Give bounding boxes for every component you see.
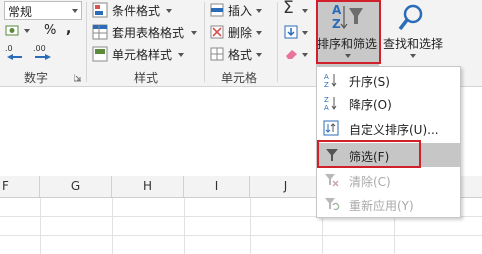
- table-format-icon: [92, 24, 108, 40]
- fill-down-icon: [284, 25, 298, 39]
- menu-item-sort-descending[interactable]: Z A 降序(O): [317, 92, 460, 115]
- dialog-launcher-icon[interactable]: [74, 74, 82, 82]
- svg-text:Z: Z: [324, 81, 329, 88]
- fill-button[interactable]: [282, 23, 312, 41]
- chevron-down-icon: [302, 53, 308, 57]
- svg-text:A: A: [324, 104, 329, 111]
- delete-button[interactable]: 删除: [210, 23, 272, 41]
- svg-text:Z: Z: [324, 96, 329, 104]
- column-header[interactable]: J: [250, 176, 322, 197]
- menu-item-clear[interactable]: 清除(C): [317, 169, 460, 192]
- chevron-down-icon: [256, 53, 262, 57]
- grid-column-line: [112, 198, 113, 254]
- menu-item-reapply[interactable]: 重新应用(Y): [317, 193, 460, 216]
- grid-column-line: [250, 198, 251, 254]
- group-label-cells: 单元格: [221, 71, 258, 85]
- cell-style-button[interactable]: 单元格样式: [92, 45, 192, 63]
- clear-filter-icon: [325, 174, 339, 187]
- chevron-down-icon: [72, 9, 78, 13]
- format-button[interactable]: 格式: [210, 45, 272, 63]
- chevron-down-icon: [302, 9, 308, 13]
- chevron-down-icon: [410, 54, 416, 58]
- menu-item-sort-ascending[interactable]: A Z 升序(S): [317, 69, 460, 92]
- decrease-decimal-button[interactable]: .00: [33, 44, 59, 60]
- eraser-icon: [286, 50, 297, 59]
- column-header[interactable]: G: [40, 176, 112, 197]
- group-separator: [86, 2, 87, 82]
- chevron-down-icon: [191, 31, 197, 35]
- delete-label: 删除: [228, 26, 253, 40]
- menu-item-label: 自定义排序(U)...: [349, 123, 439, 137]
- arrow-right-icon: [35, 54, 51, 60]
- find-select-button[interactable]: 查找和选择: [382, 0, 444, 66]
- decrease-decimal-label: .00: [33, 44, 46, 53]
- percent-style-button[interactable]: %: [44, 23, 56, 38]
- svg-text:A: A: [324, 73, 329, 81]
- sort-ascending-icon: A Z: [324, 73, 337, 88]
- group-separator: [277, 2, 278, 82]
- custom-sort-icon: [323, 120, 339, 136]
- chevron-down-icon: [256, 31, 262, 35]
- menu-item-label: 清除(C): [349, 175, 391, 189]
- column-header[interactable]: H: [112, 176, 184, 197]
- format-cells-icon: [210, 47, 224, 61]
- number-format-select[interactable]: 常规: [4, 1, 82, 20]
- magnifier-icon: [398, 4, 423, 31]
- clear-button[interactable]: [282, 45, 312, 63]
- conditional-format-label: 条件格式: [112, 4, 161, 18]
- group-separator: [204, 2, 205, 82]
- sort-filter-highlight-box: [316, 0, 381, 64]
- insert-button[interactable]: 插入: [210, 1, 272, 19]
- table-format-label: 套用表格格式: [112, 26, 185, 40]
- menu-item-custom-sort[interactable]: 自定义排序(U)...: [317, 117, 460, 140]
- conditional-format-button[interactable]: 条件格式: [92, 1, 192, 19]
- conditional-format-icon: [92, 2, 108, 18]
- chevron-down-icon: [256, 9, 262, 13]
- insert-label: 插入: [228, 4, 253, 18]
- autosum-button[interactable]: Σ: [282, 0, 312, 20]
- format-label: 格式: [228, 48, 253, 62]
- number-format-value: 常规: [8, 5, 33, 19]
- sigma-icon: Σ: [283, 0, 294, 18]
- menu-item-label: 降序(O): [349, 98, 392, 112]
- grid-row-line: [0, 235, 482, 236]
- insert-cells-icon: [210, 3, 224, 17]
- cell-style-label: 单元格样式: [112, 48, 173, 62]
- group-label-number: 数字: [24, 71, 49, 85]
- currency-format-button[interactable]: [5, 22, 37, 40]
- find-select-label: 查找和选择: [383, 37, 444, 51]
- comma-style-button[interactable]: ,: [66, 21, 71, 37]
- cell-style-icon: [92, 46, 108, 62]
- chevron-down-icon: [178, 53, 184, 57]
- chevron-down-icon: [166, 9, 172, 13]
- sort-descending-icon: Z A: [324, 96, 337, 111]
- currency-icon: [5, 25, 19, 36]
- grid-column-line: [184, 198, 185, 254]
- table-format-button[interactable]: 套用表格格式: [92, 23, 204, 41]
- grid-column-line: [40, 198, 41, 254]
- increase-decimal-label: .0: [5, 44, 13, 53]
- column-header[interactable]: I: [184, 176, 250, 197]
- increase-decimal-button[interactable]: .0: [5, 44, 27, 60]
- reapply-filter-icon: [325, 198, 340, 211]
- arrow-left-icon: [7, 54, 22, 60]
- delete-cells-icon: [210, 25, 224, 39]
- menu-item-label: 升序(S): [349, 75, 390, 89]
- menu-item-label: 重新应用(Y): [349, 199, 414, 213]
- chevron-down-icon: [24, 29, 30, 33]
- column-header[interactable]: F: [0, 176, 40, 197]
- group-label-style: 样式: [134, 71, 159, 85]
- filter-highlight-box: [317, 140, 421, 168]
- chevron-down-icon: [302, 31, 308, 35]
